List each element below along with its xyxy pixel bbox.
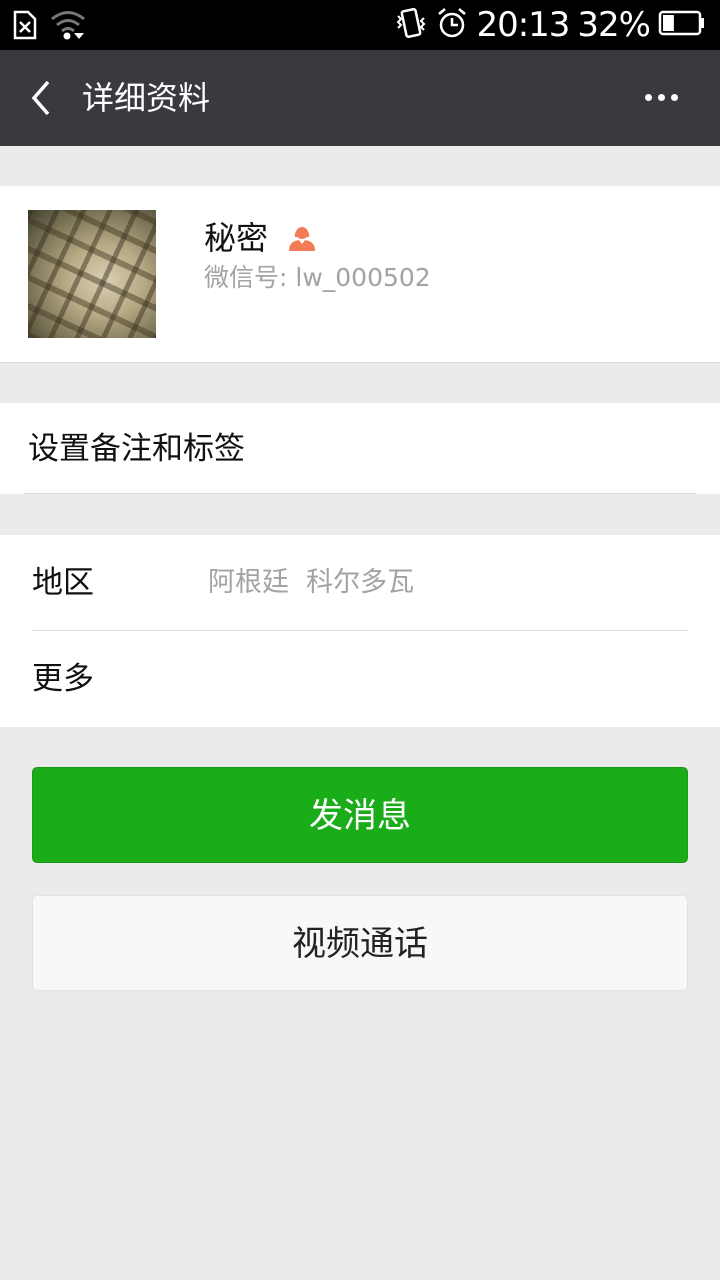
send-message-button[interactable]: 发消息 — [32, 767, 688, 863]
page-title: 详细资料 — [82, 79, 211, 117]
divider — [24, 493, 696, 494]
female-user-icon — [286, 220, 318, 252]
info-section: 地区 阿根廷 科尔多瓦 更多 — [0, 535, 720, 727]
status-time: 20:13 — [476, 5, 570, 45]
set-remarks-tags-label: 设置备注和标签 — [28, 431, 245, 467]
profile-card: 秘密 微信号: lw_000502 — [0, 186, 720, 363]
set-remarks-tags-row[interactable]: 设置备注和标签 — [0, 403, 720, 494]
status-bar-left — [12, 9, 86, 45]
status-bar: 20:13 32% — [0, 0, 720, 50]
chevron-left-icon — [31, 80, 50, 116]
status-bar-right: 20:13 32% — [394, 6, 706, 44]
battery-icon — [658, 8, 706, 42]
sim-missing-icon — [12, 9, 38, 45]
video-call-button[interactable]: 视频通话 — [32, 895, 688, 991]
alarm-icon — [436, 7, 468, 43]
more-dot — [671, 94, 678, 101]
more-row[interactable]: 更多 — [0, 631, 720, 727]
region-value: 阿根廷 科尔多瓦 — [208, 567, 415, 598]
more-dot — [658, 94, 665, 101]
profile-name: 秘密 — [204, 219, 269, 257]
back-button[interactable] — [24, 78, 64, 118]
more-dot — [645, 94, 652, 101]
more-label: 更多 — [32, 661, 94, 697]
avatar[interactable] — [28, 210, 156, 338]
wifi-icon — [50, 9, 86, 45]
more-options-button[interactable] — [642, 86, 686, 110]
region-row: 地区 阿根廷 科尔多瓦 — [0, 535, 720, 631]
vibrate-icon — [394, 7, 428, 43]
navigation-bar: 详细资料 — [0, 50, 720, 146]
wechat-id: 微信号: lw_000502 — [204, 263, 431, 292]
battery-percent: 32% — [577, 5, 651, 45]
region-label: 地区 — [32, 565, 94, 601]
